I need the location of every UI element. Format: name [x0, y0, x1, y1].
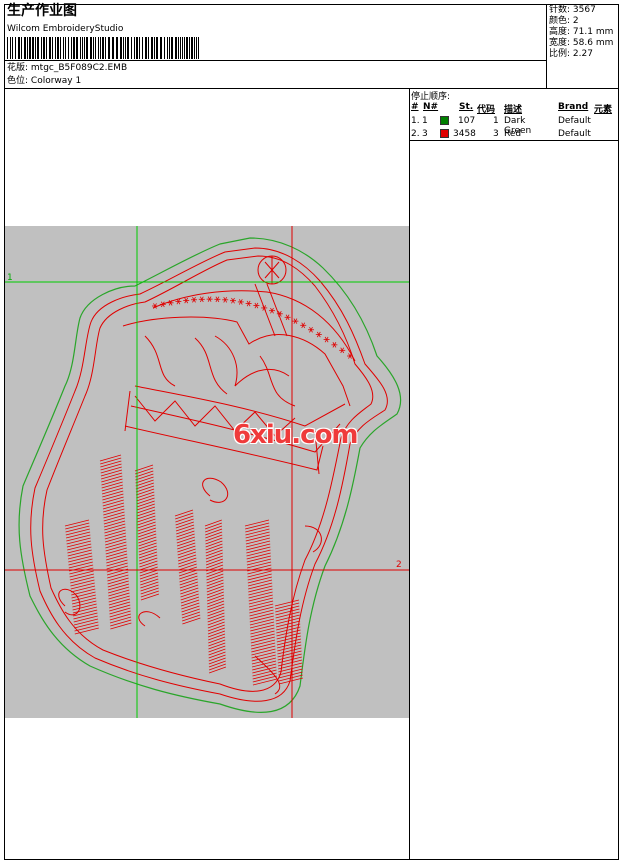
inner-border	[42, 255, 374, 692]
guide-marker-1: 1	[7, 273, 13, 283]
stats-panel: 针数: 3567 颜色: 2 高度: 71.1 mm 宽度: 58.6 mm 比…	[549, 5, 613, 60]
stat-label: 宽度:	[549, 38, 571, 48]
stat-height: 高度: 71.1 mm	[549, 27, 613, 38]
stats-divider	[546, 4, 547, 88]
stop-sequence-title: 停止顺序:	[411, 92, 451, 102]
col-description: 描述	[504, 105, 523, 115]
stat-value: 2.27	[572, 49, 593, 59]
stat-label: 高度:	[549, 27, 571, 37]
col-brand: Brand	[558, 102, 589, 112]
row-index: 1.	[411, 116, 420, 126]
header-divider-1	[4, 60, 546, 61]
header-divider-2	[4, 88, 619, 89]
row-brand: Default	[558, 129, 591, 139]
barcode	[7, 37, 199, 59]
row-stitches: 107	[458, 116, 476, 126]
row-code: 1	[493, 116, 499, 126]
design-label: 花版:	[7, 63, 31, 73]
stat-label: 比例:	[549, 49, 571, 59]
colorway-value: Colorway 1	[30, 76, 82, 86]
col-index: #	[411, 102, 419, 112]
design-value: mtgc_B5F089C2.EMB	[30, 63, 128, 73]
row-code: 3	[493, 129, 499, 139]
row-needle: 3	[422, 129, 428, 139]
color-swatch	[440, 129, 449, 138]
watermark: 6xiu.com	[233, 420, 359, 450]
stat-value: 2	[572, 16, 579, 26]
col-stitches: St.	[459, 102, 474, 112]
stat-scale: 比例: 2.27	[549, 49, 613, 60]
design-canvas: 1 2	[5, 226, 409, 718]
stat-value: 71.1 mm	[572, 27, 614, 37]
row-needle: 1	[422, 116, 428, 126]
stat-value: 58.6 mm	[572, 38, 614, 48]
guide-marker-2: 2	[396, 560, 402, 570]
table-bottom-divider	[409, 140, 619, 141]
colorway-field: 色位: Colorway 1	[7, 76, 81, 87]
col-needle: N#	[423, 102, 439, 112]
page-title: 生产作业图	[7, 3, 77, 19]
star-stitches	[152, 296, 353, 359]
color-swatch	[440, 116, 449, 125]
row-brand: Default	[558, 116, 591, 126]
stat-label: 针数:	[549, 5, 571, 15]
software-name: Wilcom EmbroideryStudio	[7, 24, 124, 34]
row-index: 2.	[411, 129, 420, 139]
stat-value: 3567	[572, 5, 596, 15]
stat-colors: 颜色: 2	[549, 16, 613, 27]
stat-stitches: 针数: 3567	[549, 5, 613, 16]
design-field: 花版: mtgc_B5F089C2.EMB	[7, 63, 127, 74]
panel-divider	[409, 88, 410, 860]
embroidery-design: 1 2	[5, 226, 409, 718]
stat-label: 颜色:	[549, 16, 571, 26]
tackdown-outline	[18, 237, 402, 713]
col-code: 代码	[477, 105, 496, 115]
row-stitches: 3458	[453, 129, 476, 139]
stat-width: 宽度: 58.6 mm	[549, 38, 613, 49]
row-description: Red	[504, 129, 522, 139]
colorway-label: 色位:	[7, 76, 31, 86]
col-element: 元素	[594, 105, 613, 115]
